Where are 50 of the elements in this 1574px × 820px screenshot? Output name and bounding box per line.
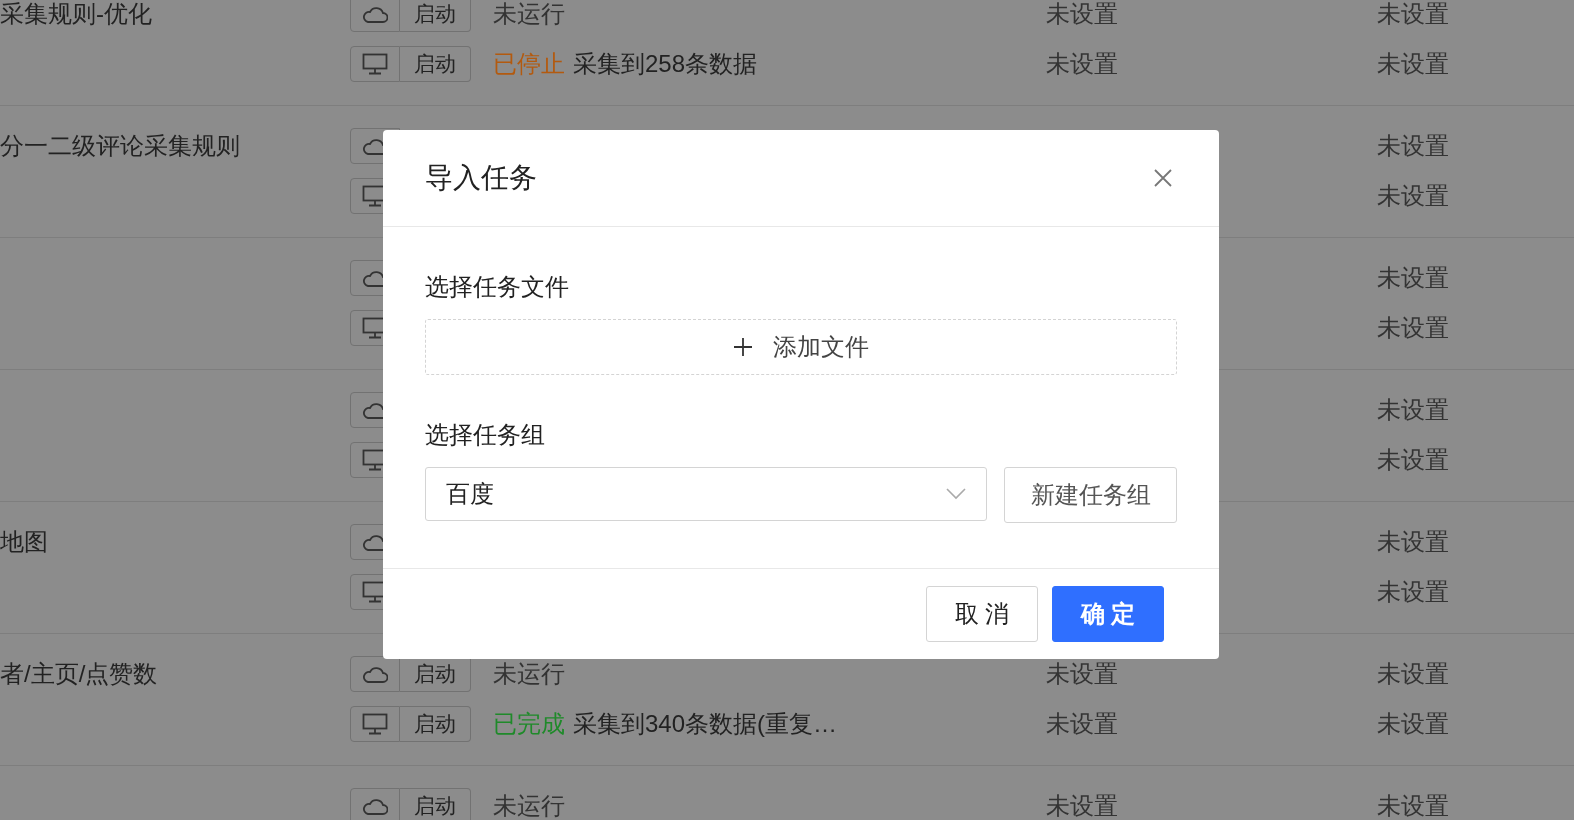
table-cell: 未设置 — [1046, 0, 1118, 27]
confirm-button[interactable]: 确 定 — [1052, 586, 1164, 642]
start-button[interactable]: 启动 — [400, 788, 471, 820]
table-cell: 未设置 — [1377, 132, 1449, 159]
status-label: 未运行 — [493, 660, 565, 688]
table-cell: 未设置 — [1377, 660, 1449, 687]
monitor-icon — [362, 53, 388, 75]
table-cell: 未设置 — [1377, 50, 1449, 77]
table-cell: 未设置 — [1377, 792, 1449, 819]
table-cell: 未设置 — [1046, 660, 1118, 687]
table-cell: 未设置 — [1377, 0, 1449, 27]
start-button[interactable]: 启动 — [400, 706, 471, 742]
cancel-button[interactable]: 取 消 — [926, 586, 1038, 642]
table-cell: 未设置 — [1046, 710, 1118, 737]
close-icon[interactable] — [1153, 168, 1173, 188]
add-file-button[interactable]: 添加文件 — [425, 319, 1177, 375]
task-name: 者/主页/点赞数 — [0, 660, 158, 688]
plus-icon — [733, 337, 753, 357]
chevron-down-icon — [946, 488, 966, 500]
table-cell: 未设置 — [1377, 264, 1449, 291]
start-button[interactable]: 启动 — [400, 46, 471, 82]
status-detail: 采集到258条数据 — [573, 50, 758, 78]
cloud-icon — [362, 4, 388, 24]
cloud-run-button[interactable] — [350, 656, 400, 692]
status-label: 已完成 — [493, 710, 565, 738]
table-cell: 未设置 — [1377, 528, 1449, 555]
status-label: 未运行 — [493, 0, 565, 28]
table-cell: 未设置 — [1377, 314, 1449, 341]
table-cell: 未设置 — [1046, 792, 1118, 819]
cloud-icon — [362, 796, 388, 816]
dialog-title: 导入任务 — [425, 161, 537, 195]
new-group-button[interactable]: 新建任务组 — [1004, 467, 1177, 523]
status-label: 已停止 — [493, 50, 565, 78]
status-label: 未运行 — [493, 792, 565, 820]
task-name: 地图 — [0, 528, 48, 556]
table-cell: 未设置 — [1377, 396, 1449, 423]
table-cell: 未设置 — [1377, 578, 1449, 605]
table-cell: 未设置 — [1046, 50, 1118, 77]
task-name: 分一二级评论采集规则 — [0, 132, 240, 160]
field-label: 选择任务文件 — [425, 272, 570, 302]
task-group-select[interactable]: 百度 — [425, 467, 987, 521]
status-detail: 采集到340条数据(重复… — [573, 710, 838, 738]
cloud-icon — [362, 664, 388, 684]
start-button[interactable]: 启动 — [400, 0, 471, 32]
table-cell: 未设置 — [1377, 182, 1449, 209]
task-name: 采集规则-优化 — [0, 0, 152, 28]
table-cell: 未设置 — [1377, 446, 1449, 473]
table-cell: 未设置 — [1377, 710, 1449, 737]
field-label: 选择任务组 — [425, 420, 546, 450]
monitor-icon — [362, 713, 388, 735]
